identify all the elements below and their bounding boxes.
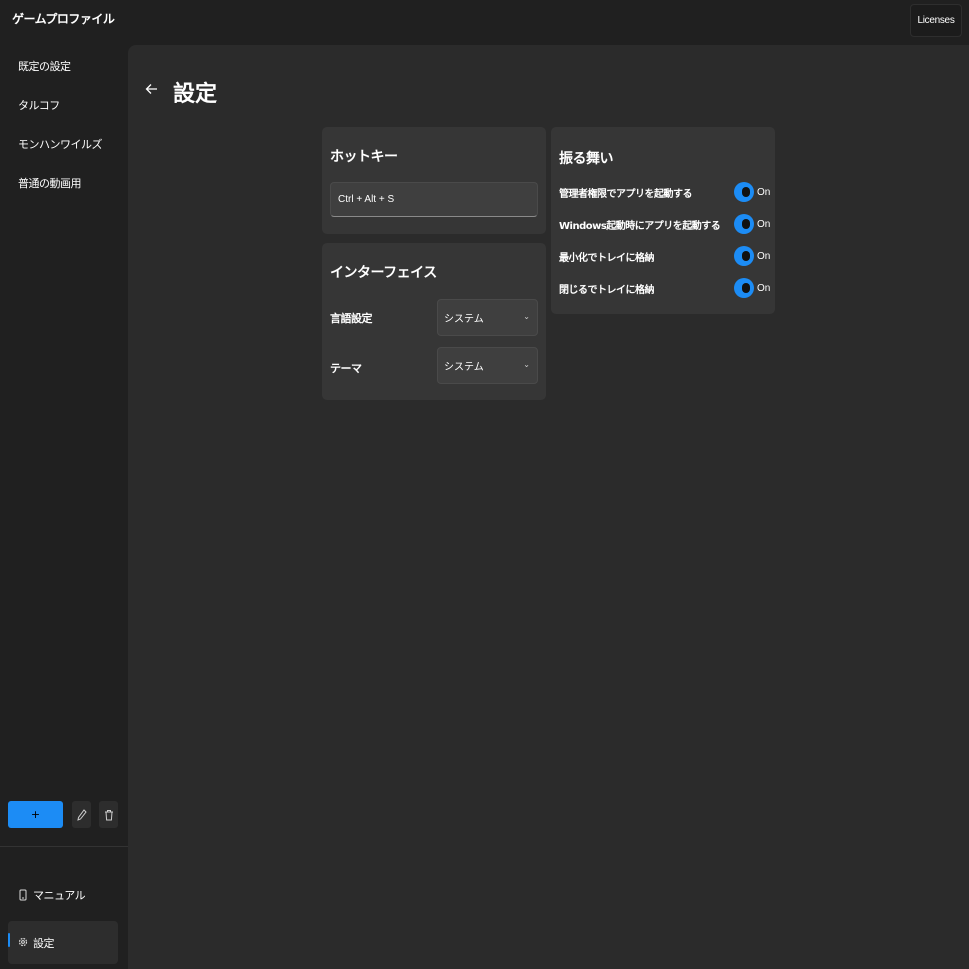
gear-icon: [18, 937, 28, 947]
start-with-windows-toggle[interactable]: [734, 214, 754, 234]
start-with-windows-label: Windows起動時にアプリを起動する: [559, 221, 721, 232]
sidebar-divider: [0, 846, 128, 847]
page-title: 設定: [173, 82, 218, 107]
theme-select[interactable]: システム ⌄: [437, 347, 538, 384]
add-label: +: [30, 808, 41, 821]
start-with-windows-state: On: [757, 219, 771, 230]
nav-item-settings[interactable]: 設定: [8, 921, 118, 964]
toggle-knob: [742, 219, 750, 229]
behavior-title: 振る舞い: [559, 151, 614, 167]
minimize-to-tray-label: 最小化でトレイに格納: [559, 253, 655, 264]
delete-profile-button[interactable]: [99, 801, 118, 828]
chevron-down-icon: ⌄: [523, 312, 530, 321]
hotkey-input[interactable]: Ctrl + Alt + S: [330, 182, 538, 217]
run-as-admin-label: 管理者権限でアプリを起動する: [559, 189, 693, 200]
trash-icon: [104, 809, 113, 820]
hotkey-card: [322, 127, 546, 234]
nav-item-manual[interactable]: マニュアル: [8, 877, 118, 913]
close-to-tray-state: On: [757, 283, 771, 294]
interface-title: インターフェイス: [330, 265, 437, 281]
nav-item-manual-label: マニュアル: [33, 889, 86, 902]
edit-profile-button[interactable]: [72, 801, 91, 828]
language-value: システム: [444, 314, 484, 325]
close-to-tray-label: 閉じるでトレイに格納: [559, 285, 655, 296]
phone-icon: [19, 889, 27, 901]
run-as-admin-toggle[interactable]: [734, 182, 754, 202]
sidebar-item-monhun-wilds[interactable]: モンハンワイルズ: [18, 136, 103, 152]
app-title: ゲームプロファイル: [12, 12, 115, 26]
toggle-knob: [742, 283, 750, 293]
minimize-to-tray-state: On: [757, 251, 771, 262]
add-profile-button[interactable]: +: [8, 801, 63, 828]
main-pane: [128, 45, 969, 969]
sidebar-item-default-settings[interactable]: 既定の設定: [18, 58, 71, 74]
close-to-tray-toggle[interactable]: [734, 278, 754, 298]
run-as-admin-state: On: [757, 187, 771, 198]
theme-label: テーマ: [330, 362, 362, 375]
language-label: 言語設定: [330, 312, 373, 325]
sidebar-item-normal-video[interactable]: 普通の動画用: [18, 175, 82, 191]
minimize-to-tray-toggle[interactable]: [734, 246, 754, 266]
back-arrow-icon: [145, 84, 157, 94]
nav-item-settings-label: 設定: [33, 936, 55, 950]
toggle-knob: [742, 187, 750, 197]
chevron-down-icon: ⌄: [523, 360, 530, 369]
theme-value: システム: [444, 362, 484, 373]
licenses-button[interactable]: Licenses: [910, 4, 962, 37]
sidebar-item-tarkov[interactable]: タルコフ: [18, 97, 60, 113]
hotkey-title: ホットキー: [330, 149, 398, 165]
pencil-icon: [76, 808, 87, 821]
language-select[interactable]: システム ⌄: [437, 299, 538, 336]
toggle-knob: [742, 251, 750, 261]
selection-indicator: [8, 933, 10, 947]
back-button[interactable]: [145, 78, 163, 100]
